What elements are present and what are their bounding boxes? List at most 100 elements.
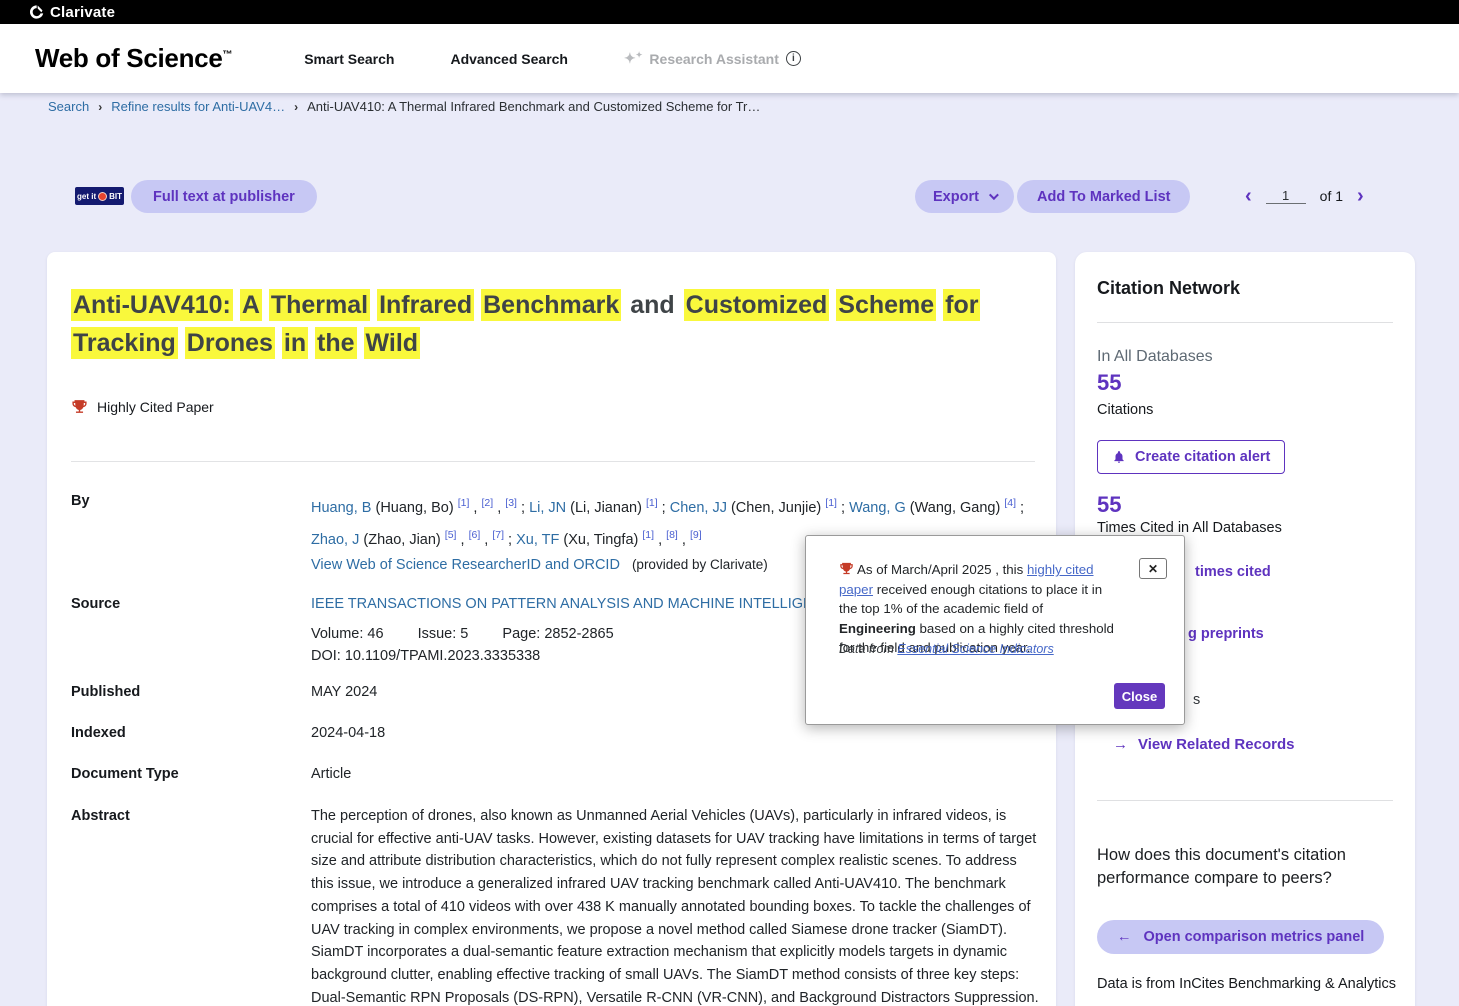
info-icon[interactable]: i <box>786 51 801 66</box>
create-citation-alert-button[interactable]: Create citation alert <box>1097 440 1285 474</box>
author-fullname: (Chen, Junjie) <box>727 500 825 516</box>
times-cited-label: Times Cited in All Databases <box>1097 520 1282 536</box>
title-word: the <box>315 327 357 359</box>
breadcrumb-separator-icon: › <box>294 100 298 114</box>
provided-by-clarivate: (provided by Clarivate) <box>632 557 768 572</box>
preprints-link-fragment[interactable]: g preprints <box>1188 626 1264 642</box>
close-icon[interactable]: ✕ <box>1139 558 1167 579</box>
nav-research-assistant[interactable]: ✦✦ Research Assistant i <box>624 50 801 67</box>
affiliation-number[interactable]: [1] <box>458 497 470 509</box>
author-link[interactable]: Li, JN <box>529 500 566 516</box>
abstract-label: Abstract <box>71 808 130 824</box>
author-link[interactable]: Zhao, J <box>311 532 359 548</box>
author-fullname: (Xu, Tingfa) <box>559 532 642 548</box>
title-word: Benchmark <box>481 289 621 321</box>
open-comparison-metrics-button[interactable]: ← Open comparison metrics panel <box>1097 920 1384 954</box>
field-name-bold: Engineering <box>839 621 916 636</box>
title-word: A <box>240 289 262 321</box>
affiliation-number[interactable]: [6] <box>469 529 481 541</box>
author-fullname: (Zhao, Jian) <box>359 532 444 548</box>
comparison-question: How does this document's citation perfor… <box>1097 844 1359 890</box>
paper-title: Anti-UAV410: A Thermal Infrared Benchmar… <box>71 286 1046 362</box>
trophy-icon <box>71 398 88 415</box>
volume-issue-page-row: Volume: 46 Issue: 5 Page: 2852-2865 <box>311 626 644 642</box>
affiliation-number[interactable]: [2] <box>482 497 494 509</box>
doi-value: DOI: 10.1109/TPAMI.2023.3335338 <box>311 648 540 664</box>
researcherid-orcid-link[interactable]: View Web of Science ResearcherID and ORC… <box>311 557 768 573</box>
page-count-label: of 1 <box>1320 188 1343 204</box>
abstract-text: The perception of drones, also known as … <box>311 805 1040 1006</box>
times-cited-link-fragment[interactable]: times cited <box>1195 564 1271 580</box>
page-number-input[interactable] <box>1266 188 1306 204</box>
affiliation-number[interactable]: [7] <box>492 529 504 541</box>
view-related-records-link[interactable]: → View Related Records <box>1113 736 1294 753</box>
highly-cited-row: Highly Cited Paper <box>71 398 214 415</box>
export-button[interactable]: Export <box>915 180 1014 213</box>
author-link[interactable]: Huang, B <box>311 500 371 516</box>
author-fullname: (Wang, Gang) <box>906 500 1005 516</box>
title-word: and <box>628 289 676 321</box>
affiliation-number[interactable]: [1] <box>646 497 658 509</box>
document-type-value: Article <box>311 766 351 782</box>
indexed-value: 2024-04-18 <box>311 725 385 741</box>
affiliation-number[interactable]: [5] <box>445 529 457 541</box>
clarivate-logo[interactable]: Clarivate <box>28 4 115 21</box>
bit-logo-icon <box>98 192 107 201</box>
previous-record-icon[interactable]: ‹ <box>1245 184 1252 208</box>
affiliation-number[interactable]: [9] <box>690 529 702 541</box>
published-label: Published <box>71 684 140 700</box>
full-text-at-publisher-button[interactable]: Full text at publisher <box>131 180 317 213</box>
add-to-marked-list-button[interactable]: Add To Marked List <box>1017 180 1190 213</box>
close-button[interactable]: Close <box>1114 683 1165 709</box>
title-word: for <box>943 289 980 321</box>
in-all-databases-label: In All Databases <box>1097 348 1213 366</box>
citations-count[interactable]: 55 <box>1097 370 1121 396</box>
author-fullname: (Li, Jianan) <box>566 500 646 516</box>
title-word: Infrared <box>377 289 474 321</box>
journal-link[interactable]: IEEE TRANSACTIONS ON PATTERN ANALYSIS AN… <box>311 596 843 612</box>
title-word: in <box>282 327 308 359</box>
page-value: Page: 2852-2865 <box>502 626 613 642</box>
arrow-left-icon: ← <box>1117 929 1132 945</box>
author-link[interactable]: Chen, JJ <box>670 500 727 516</box>
divider <box>1097 800 1393 801</box>
breadcrumb-refine-results[interactable]: Refine results for Anti-UAV4… <box>111 99 285 114</box>
arrow-right-icon: → <box>1113 736 1128 753</box>
breadcrumb-search[interactable]: Search <box>48 99 89 114</box>
affiliation-number[interactable]: [3] <box>505 497 517 509</box>
indexed-label: Indexed <box>71 725 126 741</box>
title-word: Anti-UAV410: <box>71 289 233 321</box>
issue-value: Issue: 5 <box>418 626 469 642</box>
affiliation-number[interactable]: [8] <box>666 529 678 541</box>
popup-data-source: Data from Essential Science Indicators <box>839 642 1054 656</box>
nav-smart-search[interactable]: Smart Search <box>304 51 394 67</box>
citation-network-title: Citation Network <box>1097 278 1240 299</box>
breadcrumb: Search › Refine results for Anti-UAV4… ›… <box>48 99 760 114</box>
divider <box>1097 322 1393 323</box>
incites-note: Data is from InCites Benchmarking & Anal… <box>1097 976 1397 992</box>
breadcrumb-current-record: Anti-UAV410: A Thermal Infrared Benchmar… <box>307 99 760 114</box>
app-header: Web of Science™ Smart Search Advanced Se… <box>0 24 1459 93</box>
source-label: Source <box>71 596 120 612</box>
title-word: Customized <box>684 289 830 321</box>
affiliation-number[interactable]: [1] <box>825 497 837 509</box>
text-fragment: s <box>1193 692 1200 708</box>
times-cited-count[interactable]: 55 <box>1097 492 1121 518</box>
by-label: By <box>71 493 90 509</box>
breadcrumb-separator-icon: › <box>98 100 102 114</box>
affiliation-number[interactable]: [1] <box>642 529 654 541</box>
title-word: Tracking <box>71 327 178 359</box>
affiliation-number[interactable]: [4] <box>1004 497 1016 509</box>
get-it-bit-badge[interactable]: get it BIT <box>75 187 124 205</box>
title-word: Wild <box>364 327 421 359</box>
author-link[interactable]: Xu, TF <box>516 532 559 548</box>
next-record-icon[interactable]: › <box>1357 184 1364 208</box>
citations-label: Citations <box>1097 402 1153 418</box>
sparkle-icon: ✦✦ <box>624 50 642 67</box>
essential-science-indicators-link[interactable]: Essential Science Indicators <box>897 642 1053 656</box>
author-link[interactable]: Wang, G <box>849 500 906 516</box>
web-of-science-brand[interactable]: Web of Science™ <box>35 43 232 74</box>
divider <box>71 461 1035 462</box>
journal-row: IEEE TRANSACTIONS ON PATTERN ANALYSIS AN… <box>311 596 864 612</box>
nav-advanced-search[interactable]: Advanced Search <box>450 51 568 67</box>
